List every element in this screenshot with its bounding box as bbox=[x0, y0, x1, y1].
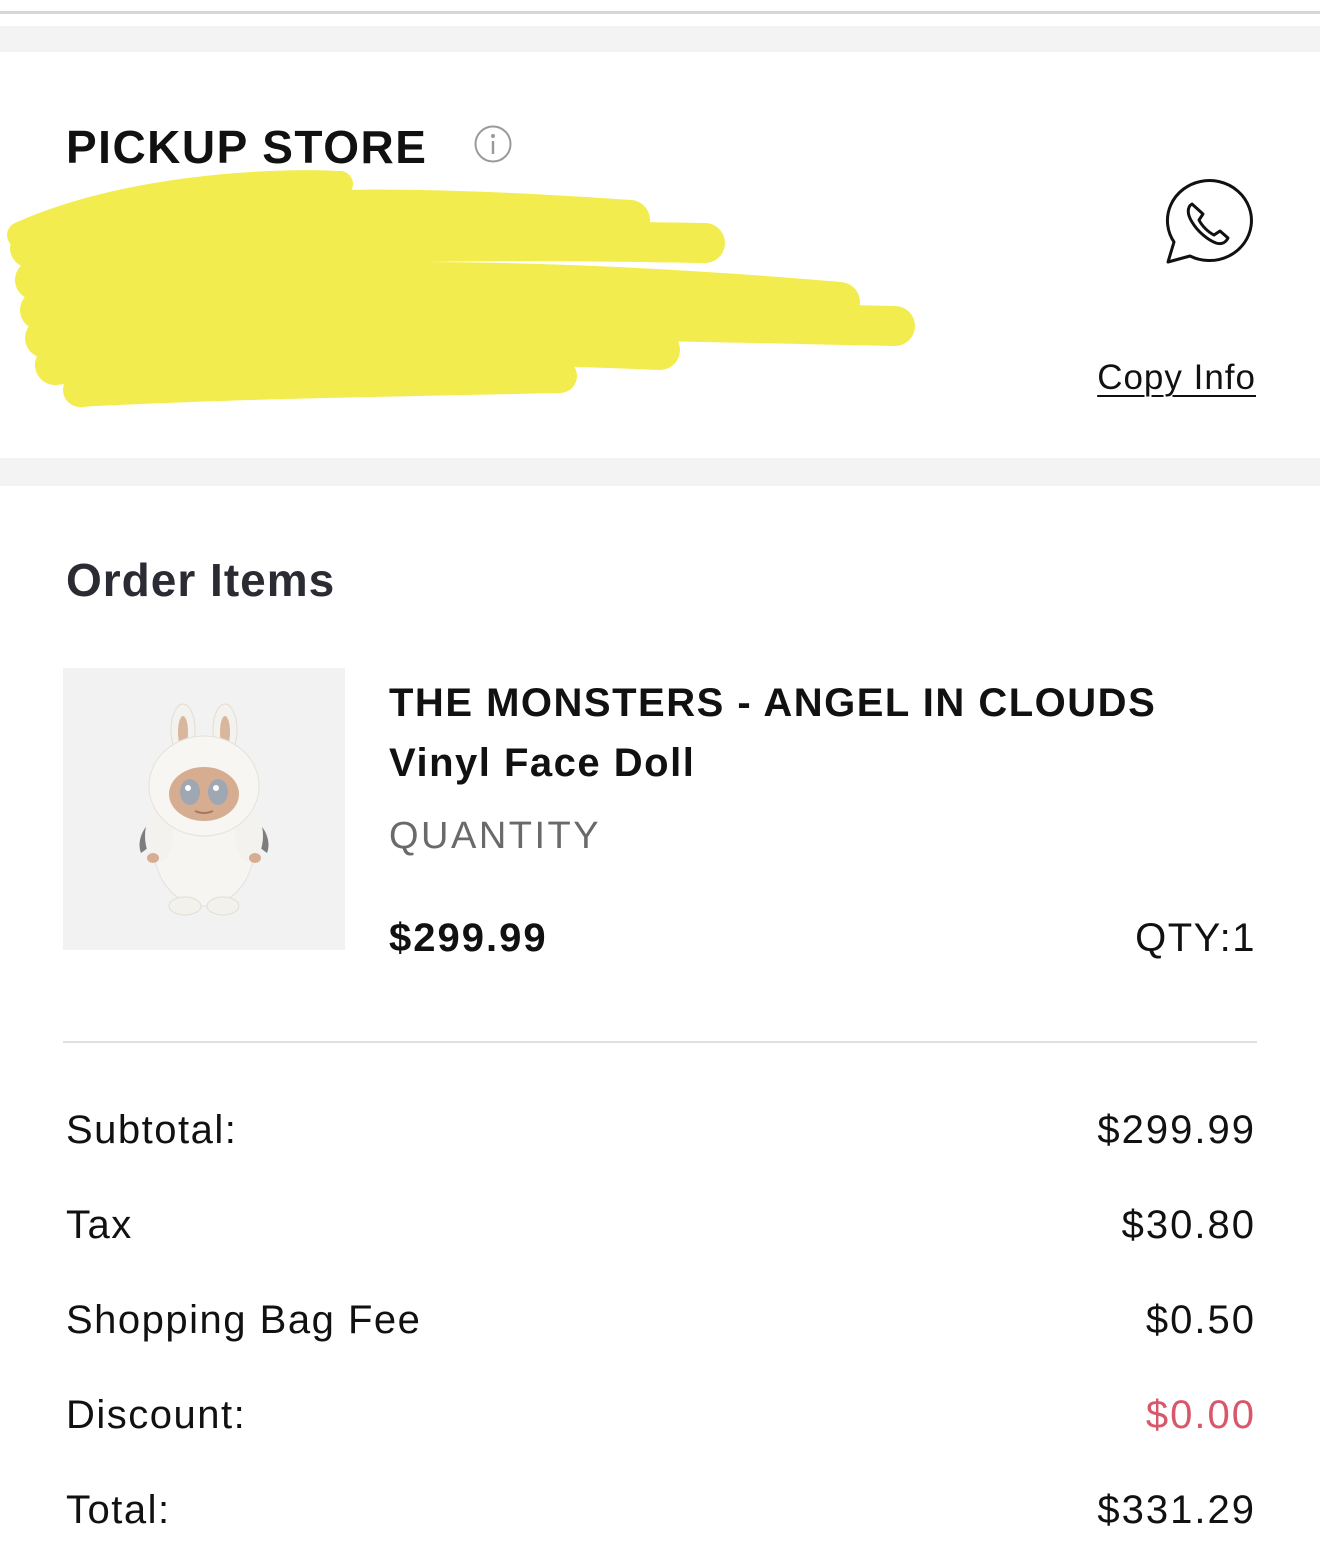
copy-info-link[interactable]: Copy Info bbox=[1097, 356, 1256, 400]
order-items-heading: Order Items bbox=[66, 554, 336, 606]
tax-row: Tax $30.80 bbox=[66, 1200, 1256, 1250]
discount-label: Discount: bbox=[66, 1393, 247, 1437]
quantity-label: QUANTITY bbox=[389, 815, 602, 857]
tax-label: Tax bbox=[66, 1203, 133, 1247]
redaction-scribble bbox=[7, 170, 915, 407]
section-separator bbox=[0, 458, 1320, 486]
product-image[interactable] bbox=[63, 668, 345, 950]
pickup-store-title: PICKUP STORE bbox=[66, 121, 428, 173]
bag-fee-row: Shopping Bag Fee $0.50 bbox=[66, 1295, 1256, 1345]
subtotal-value: $299.99 bbox=[1097, 1108, 1256, 1152]
doll-figure-image bbox=[139, 703, 269, 916]
total-label: Total: bbox=[66, 1488, 171, 1532]
info-icon[interactable] bbox=[473, 124, 513, 164]
item-quantity: QTY:1 bbox=[1135, 916, 1256, 960]
whatsapp-phone-icon[interactable] bbox=[1158, 176, 1254, 270]
top-divider bbox=[0, 11, 1320, 14]
product-name[interactable]: THE MONSTERS - ANGEL IN CLOUDS Vinyl Fac… bbox=[389, 673, 1269, 793]
section-separator bbox=[0, 26, 1320, 52]
discount-row: Discount: $0.00 bbox=[66, 1390, 1256, 1440]
bag-fee-label: Shopping Bag Fee bbox=[66, 1298, 422, 1342]
bag-fee-value: $0.50 bbox=[1145, 1298, 1256, 1342]
subtotal-row: Subtotal: $299.99 bbox=[66, 1105, 1256, 1155]
discount-value: $0.00 bbox=[1145, 1393, 1256, 1437]
divider bbox=[63, 1041, 1257, 1043]
total-row: Total: $331.29 bbox=[66, 1485, 1256, 1535]
tax-value: $30.80 bbox=[1121, 1203, 1256, 1247]
total-value: $331.29 bbox=[1097, 1488, 1256, 1532]
subtotal-label: Subtotal: bbox=[66, 1108, 238, 1152]
item-price: $299.99 bbox=[389, 916, 548, 960]
